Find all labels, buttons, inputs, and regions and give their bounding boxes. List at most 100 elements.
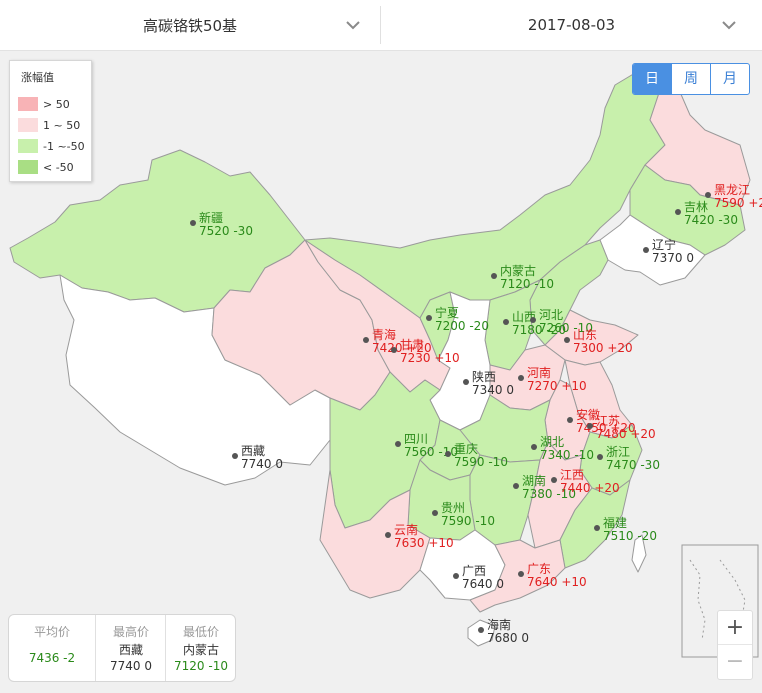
product-selector[interactable]: 高碳铬铁50基 [0, 0, 380, 50]
max-price: 最高价 西藏 7740 0 [95, 615, 166, 681]
province-value: 7480 +20 [596, 427, 656, 441]
province-value: 7300 +20 [573, 341, 633, 355]
tab-day[interactable]: 日 [633, 64, 671, 94]
legend-title: 涨幅值 [21, 71, 54, 84]
province-name: 广东 [527, 562, 551, 576]
province-name: 甘肃 [400, 338, 424, 352]
marker-dot [564, 337, 570, 343]
legend-item[interactable]: -1 ~-50 [18, 139, 85, 153]
legend-label: -1 ~-50 [43, 139, 85, 153]
marker-dot [594, 525, 600, 531]
province-name: 重庆 [454, 442, 478, 456]
zoom-control: + − [717, 610, 753, 680]
legend: 涨幅值 > 50 1 ~ 50 -1 ~-50 < -50 [9, 60, 92, 182]
province-name: 浙江 [606, 445, 630, 459]
marker-dot [518, 375, 524, 381]
province-marker[interactable]: 浙江7470 -30 [597, 445, 660, 472]
china-price-map: 新疆7520 -30黑龙江7590 +20吉林7420 -30辽宁7370 0内… [9, 69, 762, 658]
max-price-region: 西藏 [118, 643, 143, 657]
province-name: 江苏 [596, 414, 620, 428]
marker-dot [445, 451, 451, 457]
province-name: 宁夏 [435, 305, 459, 320]
marker-dot [453, 573, 459, 579]
tab-month[interactable]: 月 [710, 64, 749, 94]
province-value: 7510 -20 [603, 529, 657, 543]
marker-dot [597, 454, 603, 460]
province-marker[interactable]: 黑龙江7590 +20 [705, 183, 762, 210]
province-name: 青海 [372, 327, 396, 342]
province-name: 四川 [404, 432, 428, 446]
province-value: 7630 +10 [394, 536, 454, 550]
province-value: 7590 -10 [454, 455, 508, 469]
marker-dot [363, 337, 369, 343]
province-value: 7470 -30 [606, 458, 660, 472]
province-marker[interactable]: 福建7510 -20 [594, 515, 657, 543]
province-value: 7740 0 [241, 457, 283, 471]
marker-dot [463, 379, 469, 385]
province-value: 7590 +20 [714, 196, 762, 210]
province-name: 湖北 [540, 434, 564, 449]
marker-dot [391, 347, 397, 353]
province-name: 云南 [394, 522, 418, 537]
period-tabs: 日 周 月 [632, 63, 750, 95]
top-bar: 高碳铬铁50基 2017-08-03 [0, 0, 762, 51]
legend-swatch [18, 139, 38, 153]
province-value: 7420 -30 [684, 213, 738, 227]
avg-price-value: 7436 -2 [28, 651, 76, 665]
province-name: 黑龙江 [714, 183, 750, 197]
marker-dot [232, 453, 238, 459]
product-label: 高碳铬铁50基 [142, 16, 238, 35]
zoom-in-button[interactable]: + [718, 611, 752, 645]
legend-item[interactable]: 1 ~ 50 [18, 118, 80, 132]
tab-week[interactable]: 周 [671, 64, 710, 94]
province-name: 河南 [527, 365, 551, 380]
province-name: 广西 [462, 564, 486, 578]
province-value: 7680 0 [487, 631, 529, 645]
marker-dot [643, 247, 649, 253]
price-summary: 平均价 7436 -2 最高价 西藏 7740 0 最低价 内蒙古 7120 -… [8, 614, 236, 682]
legend-item[interactable]: > 50 [18, 97, 70, 111]
chevron-down-icon [722, 21, 736, 30]
province-name: 湖南 [522, 473, 546, 488]
date-selector[interactable]: 2017-08-03 [381, 0, 762, 50]
min-price-region: 内蒙古 [182, 643, 219, 657]
legend-swatch [18, 118, 38, 132]
chevron-down-icon [346, 21, 360, 30]
marker-dot [503, 319, 509, 325]
legend-swatch [18, 97, 38, 111]
marker-dot [530, 317, 536, 323]
marker-dot [551, 477, 557, 483]
marker-dot [567, 417, 573, 423]
province-name: 西藏 [241, 444, 265, 458]
legend-label: > 50 [43, 97, 70, 111]
zoom-out-button[interactable]: − [718, 645, 752, 678]
province-name: 海南 [487, 617, 511, 632]
province-value: 7590 -10 [441, 514, 495, 528]
province-name: 山东 [573, 328, 597, 342]
province-value: 7200 -20 [435, 319, 489, 333]
province-name: 福建 [603, 515, 627, 530]
marker-dot [385, 532, 391, 538]
marker-dot [491, 273, 497, 279]
date-label: 2017-08-03 [527, 16, 616, 34]
marker-dot [518, 571, 524, 577]
marker-dot [478, 627, 484, 633]
legend-label: < -50 [43, 160, 74, 174]
max-price-value: 7740 0 [110, 659, 152, 673]
marker-dot [432, 510, 438, 516]
marker-dot [705, 192, 711, 198]
legend-item[interactable]: < -50 [18, 160, 74, 174]
province-name: 陕西 [472, 369, 496, 384]
province-value: 7640 +10 [527, 575, 587, 589]
marker-dot [395, 441, 401, 447]
marker-dot [587, 423, 593, 429]
max-price-label: 最高价 [112, 625, 149, 639]
province-value: 7440 +20 [560, 481, 620, 495]
province-value: 7520 -30 [199, 224, 253, 238]
legend-swatch [18, 160, 38, 174]
province-value: 7270 +10 [527, 379, 587, 393]
province-value: 7340 0 [472, 383, 514, 397]
min-price-value: 7120 -10 [174, 659, 228, 673]
min-price-label: 最低价 [182, 625, 219, 639]
marker-dot [513, 483, 519, 489]
